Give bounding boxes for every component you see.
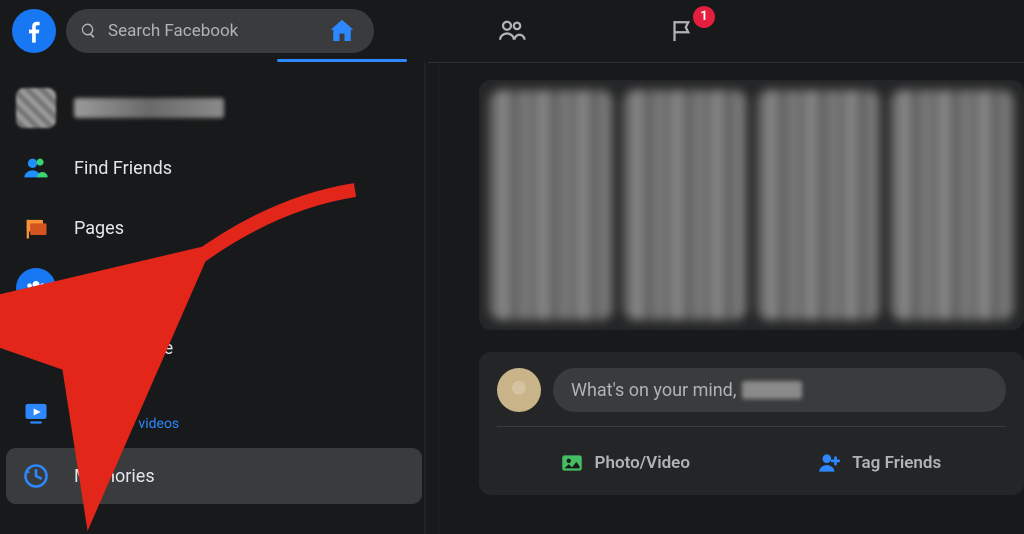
- sidebar-item-memories[interactable]: Memories: [6, 448, 422, 504]
- find-friends-icon: [16, 148, 56, 188]
- topbar-divider: [428, 62, 1024, 63]
- sidebar-item-label: Watch: [74, 393, 179, 414]
- profile-name-redacted: [74, 98, 224, 118]
- composer-name-redacted: [742, 381, 802, 399]
- story-card[interactable]: [757, 90, 881, 320]
- stories-row[interactable]: [479, 80, 1024, 330]
- nav-friends[interactable]: [427, 0, 597, 62]
- composer-button-label: Tag Friends: [852, 453, 941, 473]
- sidebar-item-profile[interactable]: [6, 80, 422, 136]
- composer-divider: [497, 426, 1006, 427]
- photo-video-icon: [559, 450, 585, 476]
- sidebar-item-label: Groups: [74, 278, 132, 299]
- sidebar-item-find-friends[interactable]: Find Friends: [6, 140, 422, 196]
- story-card[interactable]: [623, 90, 747, 320]
- composer-button-label: Photo/Video: [595, 453, 690, 473]
- composer-placeholder: What's on your mind,: [571, 380, 736, 401]
- story-card[interactable]: [489, 90, 613, 320]
- composer-tag-friends-button[interactable]: Tag Friends: [752, 450, 1007, 476]
- flag-icon: [667, 16, 697, 46]
- marketplace-icon: [16, 328, 56, 368]
- sidebar-item-label: Find Friends: [74, 158, 172, 179]
- sidebar-item-groups[interactable]: Groups: [6, 260, 422, 316]
- avatar: [16, 88, 56, 128]
- groups-icon: [16, 268, 56, 308]
- post-composer: What's on your mind, Photo/Video Tag Fri…: [479, 352, 1024, 495]
- top-bar: Search Facebook 1: [0, 0, 1024, 62]
- sidebar-item-label: Pages: [74, 218, 124, 239]
- notifications-badge: 1: [693, 6, 715, 28]
- sidebar-item-watch[interactable]: Watch 9+ new videos: [6, 380, 422, 444]
- top-nav: 1: [257, 0, 767, 62]
- search-placeholder: Search Facebook: [108, 21, 238, 41]
- tag-friends-icon: [816, 450, 842, 476]
- sidebar-item-marketplace[interactable]: Marketplace: [6, 320, 422, 376]
- watch-icon: [16, 392, 56, 432]
- composer-photo-video-button[interactable]: Photo/Video: [497, 450, 752, 476]
- sidebar-item-label: Memories: [74, 466, 155, 487]
- sidebar-item-pages[interactable]: Pages: [6, 200, 422, 256]
- story-card[interactable]: [890, 90, 1014, 320]
- sidebar-divider: [424, 62, 439, 534]
- sidebar-item-label: Marketplace: [74, 338, 173, 359]
- feed-content: What's on your mind, Photo/Video Tag Fri…: [439, 62, 1024, 534]
- memories-icon: [16, 456, 56, 496]
- home-icon: [327, 16, 357, 46]
- pages-icon: [16, 208, 56, 248]
- sidebar: Find Friends Pages Groups Marketplace: [0, 62, 424, 534]
- nav-flag[interactable]: 1: [597, 0, 767, 62]
- composer-avatar[interactable]: [497, 368, 541, 412]
- facebook-logo[interactable]: [12, 9, 56, 53]
- friends-icon: [497, 16, 527, 46]
- facebook-icon: [20, 17, 48, 45]
- search-icon: [80, 22, 98, 40]
- nav-home[interactable]: [257, 0, 427, 62]
- composer-input[interactable]: What's on your mind,: [553, 368, 1006, 412]
- sidebar-item-sublabel: 9+ new videos: [74, 416, 179, 432]
